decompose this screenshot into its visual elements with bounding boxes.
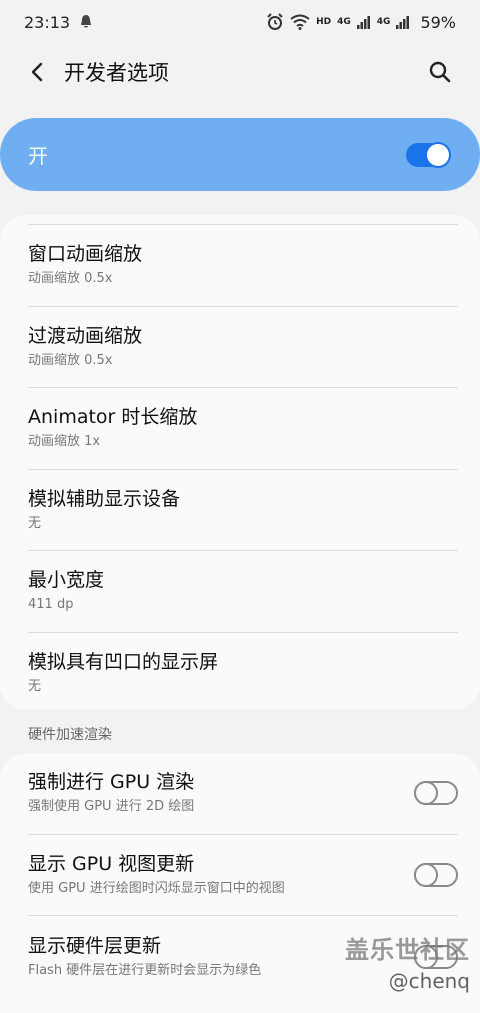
gpu-view-updates-toggle[interactable] xyxy=(414,862,458,887)
setting-value: 动画缩放 1x xyxy=(28,434,101,450)
setting-animator-duration-scale[interactable]: Animator 时长缩放 动画缩放 1x xyxy=(28,388,458,470)
setting-transition-animation-scale[interactable]: 过渡动画缩放 动画缩放 0.5x xyxy=(28,307,458,388)
animation-settings-card: 窗口动画缩放 动画缩放 0.5x 过渡动画缩放 动画缩放 0.5x Animat… xyxy=(0,215,480,710)
setting-title: 强制进行 GPU 渲染 xyxy=(28,771,195,794)
divider xyxy=(28,215,458,225)
force-gpu-toggle[interactable] xyxy=(414,781,458,806)
setting-value: 动画缩放 0.5x xyxy=(28,271,113,287)
toggle-knob xyxy=(414,862,438,887)
hardware-layer-updates-toggle[interactable] xyxy=(414,944,458,969)
setting-title: 显示硬件层更新 xyxy=(28,934,162,957)
app-bar: 开发者选项 xyxy=(0,44,480,100)
setting-force-gpu-rendering[interactable]: 强制进行 GPU 渲染 强制使用 GPU 进行 2D 绘图 xyxy=(28,753,458,835)
hd-label: HD xyxy=(316,17,332,27)
section-header-hardware-rendering: 硬件加速渲染 xyxy=(28,727,112,743)
setting-title: 过渡动画缩放 xyxy=(28,324,143,347)
signal-icon xyxy=(356,15,371,29)
signal-icon xyxy=(396,15,410,29)
master-switch-label: 开 xyxy=(28,144,48,168)
network-4g-label-2: 4G xyxy=(376,17,391,27)
setting-value: 411 dp xyxy=(28,597,74,613)
toggle-knob xyxy=(425,141,451,168)
setting-value: 无 xyxy=(28,515,42,531)
search-icon[interactable] xyxy=(420,52,460,92)
setting-simulate-secondary-display[interactable]: 模拟辅助显示设备 无 xyxy=(28,470,458,551)
page-title: 开发者选项 xyxy=(64,61,169,85)
battery-level: 59% xyxy=(420,12,456,32)
back-arrow-icon[interactable] xyxy=(20,54,56,90)
notification-icon xyxy=(78,14,94,30)
setting-display-cutout[interactable]: 模拟具有凹口的显示屏 无 xyxy=(28,633,458,715)
setting-value: 无 xyxy=(28,679,42,695)
setting-description: 强制使用 GPU 进行 2D 绘图 xyxy=(28,799,195,815)
toggle-knob xyxy=(414,944,438,969)
setting-title: 显示 GPU 视图更新 xyxy=(28,852,195,875)
master-switch-bar[interactable]: 开 xyxy=(0,118,480,191)
alarm-icon xyxy=(266,13,284,31)
setting-value: 动画缩放 0.5x xyxy=(28,352,113,368)
status-bar: 23:13 HD 4G 4G 59% xyxy=(0,0,480,44)
network-4g-label-1: 4G xyxy=(337,17,351,27)
setting-description: Flash 硬件层在进行更新时会显示为绿色 xyxy=(28,962,262,978)
setting-title: Animator 时长缩放 xyxy=(28,406,198,429)
setting-show-hardware-layer-updates[interactable]: 显示硬件层更新 Flash 硬件层在进行更新时会显示为绿色 xyxy=(28,916,458,998)
setting-title: 窗口动画缩放 xyxy=(28,243,143,266)
master-toggle[interactable] xyxy=(406,141,451,168)
toggle-knob xyxy=(414,781,438,806)
setting-title: 最小宽度 xyxy=(28,569,105,592)
setting-window-animation-scale[interactable]: 窗口动画缩放 动画缩放 0.5x xyxy=(28,225,458,307)
status-time: 23:13 xyxy=(24,12,71,32)
setting-title: 模拟具有凹口的显示屏 xyxy=(28,651,219,674)
wifi-icon xyxy=(290,14,310,30)
hardware-rendering-card: 强制进行 GPU 渲染 强制使用 GPU 进行 2D 绘图 显示 GPU 视图更… xyxy=(0,753,480,1013)
status-icons: HD 4G 4G 59% xyxy=(266,13,456,32)
setting-smallest-width[interactable]: 最小宽度 411 dp xyxy=(28,551,458,633)
setting-show-gpu-view-updates[interactable]: 显示 GPU 视图更新 使用 GPU 进行绘图时闪烁显示窗口中的视图 xyxy=(28,835,458,916)
setting-title: 模拟辅助显示设备 xyxy=(28,487,181,510)
setting-description: 使用 GPU 进行绘图时闪烁显示窗口中的视图 xyxy=(28,880,285,896)
